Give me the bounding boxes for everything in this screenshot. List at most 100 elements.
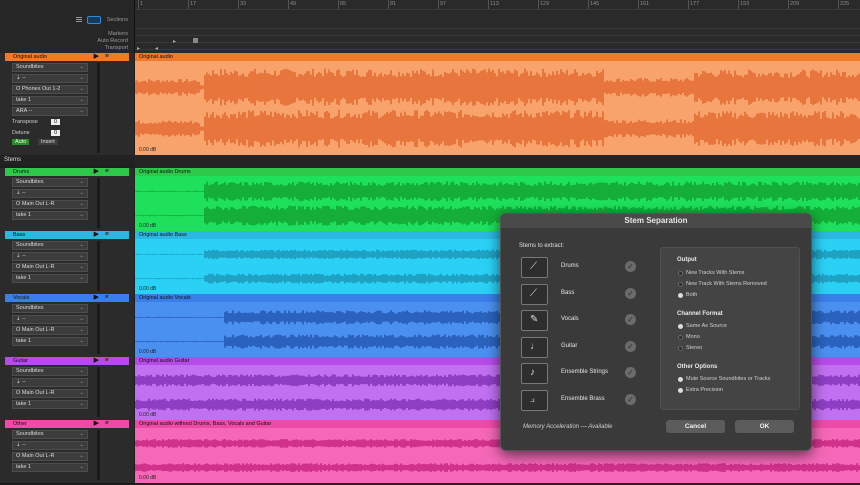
level-meter xyxy=(97,178,100,228)
ruler-tick-line xyxy=(338,0,339,9)
play-icon[interactable]: ▶ xyxy=(94,294,99,302)
stem-option-ensemble-brass[interactable]: ⟓ Ensemble Brass ✓ xyxy=(521,389,649,412)
search-icon[interactable]: ⌕ xyxy=(107,294,111,302)
other-options-heading: Other Options xyxy=(677,364,718,370)
instrument-select[interactable]: Soundbites ⌄ xyxy=(12,367,88,376)
check-icon[interactable]: ✓ xyxy=(625,314,636,325)
play-icon[interactable]: ▶ xyxy=(94,168,99,176)
auto-button[interactable]: Auto xyxy=(12,139,30,145)
take-select[interactable]: take 1 ⌄ xyxy=(12,337,88,346)
instrument-select[interactable]: Soundbites ⌄ xyxy=(12,430,88,439)
level-meter xyxy=(97,430,100,480)
option-both[interactable]: Both xyxy=(678,292,697,298)
insert-button[interactable]: Insert xyxy=(38,139,58,145)
input-select[interactable]: ⇣ -- ⌄ xyxy=(12,378,88,387)
instrument-select[interactable]: Soundbites ⌄ xyxy=(12,241,88,250)
check-icon[interactable]: ✓ xyxy=(625,261,636,272)
ruler-tick-line xyxy=(288,0,289,9)
search-icon[interactable]: ⌕ xyxy=(107,53,111,61)
check-icon[interactable]: ✓ xyxy=(625,367,636,378)
stems-folder[interactable]: Stems xyxy=(0,155,134,165)
track-header-guitar[interactable]: Guitar ▶ ≡ ⌕ Soundbites ⌄ ⇣ -- ⌄ O Main Ou… xyxy=(0,357,134,421)
option-extra-precision[interactable]: Extra Precision xyxy=(678,387,723,393)
radio-icon[interactable] xyxy=(678,324,683,329)
track-header-original-audio[interactable]: Original audio ▶ ≡ ⌕ Soundbites ⌄ ⇣ -- ⌄ O… xyxy=(0,53,134,156)
input-select[interactable]: ⇣ -- ⌄ xyxy=(12,441,88,450)
stem-option-vocals[interactable]: ✎ Vocals ✓ xyxy=(521,310,649,332)
take-select[interactable]: take 1 ⌄ xyxy=(12,400,88,409)
instrument-select[interactable]: Soundbites ⌄ xyxy=(12,178,88,187)
play-icon[interactable]: ▶ xyxy=(94,53,99,61)
clip-original-audio[interactable]: Original audio 0.00 dB xyxy=(135,53,860,155)
stem-option-drums[interactable]: ⟋ Drums ✓ xyxy=(521,257,649,279)
play-icon[interactable]: ▶ xyxy=(94,420,99,428)
output-select[interactable]: O Main Out L-R ⌄ xyxy=(12,263,88,272)
search-icon[interactable]: ⌕ xyxy=(107,420,111,428)
radio-icon[interactable] xyxy=(678,282,683,287)
track-header-other[interactable]: Other ▶ ≡ ⌕ Soundbites ⌄ ⇣ -- ⌄ O Main Out… xyxy=(0,420,134,484)
radio-icon[interactable] xyxy=(678,271,683,276)
take-select[interactable]: take 1 ⌄ xyxy=(12,463,88,472)
option-mono[interactable]: Mono xyxy=(678,334,700,340)
stem-label: Ensemble Strings xyxy=(561,369,609,375)
clip-gain: 0.00 dB xyxy=(139,286,157,292)
radio-icon[interactable] xyxy=(678,346,683,351)
detune-value[interactable]: 0 xyxy=(51,130,61,136)
cancel-button[interactable]: Cancel xyxy=(666,420,725,433)
radio-icon[interactable] xyxy=(678,388,683,393)
track-header-bass[interactable]: Bass ▶ ≡ ⌕ Soundbites ⌄ ⇣ -- ⌄ O Main Out … xyxy=(0,231,134,295)
output-select[interactable]: O Phones Out 1-2 ⌄ xyxy=(12,85,88,94)
play-marker-icon[interactable]: ▸ xyxy=(173,38,176,45)
transport-play-icon[interactable]: ▸ xyxy=(137,45,140,52)
radio-icon[interactable] xyxy=(678,377,683,382)
play-icon[interactable]: ▶ xyxy=(94,357,99,365)
track-header-vocals[interactable]: Vocals ▶ ≡ ⌕ Soundbites ⌄ ⇣ -- ⌄ O Main Ou… xyxy=(0,294,134,358)
stop-marker-icon[interactable] xyxy=(193,38,198,43)
menu-icon[interactable] xyxy=(76,17,82,18)
bass-guitar-icon: ⟋ xyxy=(521,283,548,305)
output-heading: Output xyxy=(677,257,697,263)
transpose-value[interactable]: 0 xyxy=(51,119,61,125)
ok-button[interactable]: OK xyxy=(735,420,794,433)
take-select[interactable]: take 1 ⌄ xyxy=(12,274,88,283)
check-icon[interactable]: ✓ xyxy=(625,340,636,352)
input-select[interactable]: ⇣ -- ⌄ xyxy=(12,189,88,198)
play-icon[interactable]: ▶ xyxy=(94,231,99,239)
stem-option-guitar[interactable]: ♩ Guitar ✓ xyxy=(521,336,649,359)
clip-title: Original audio xyxy=(135,53,860,61)
option-new-track-with-stems-removed[interactable]: New Track With Stems Removed xyxy=(678,281,767,287)
transport-rewind-icon[interactable]: ◂ xyxy=(155,45,158,52)
search-icon[interactable]: ⌕ xyxy=(107,168,111,176)
take-select[interactable]: take 1 ⌄ xyxy=(12,211,88,220)
track-header-drums[interactable]: Drums ▶ ≡ ⌕ Soundbites ⌄ ⇣ -- ⌄ O Main Out… xyxy=(0,168,134,232)
option-stereo[interactable]: Stereo xyxy=(678,345,702,351)
ruler-tick-line xyxy=(138,0,139,9)
stem-option-ensemble-strings[interactable]: ♪ Ensemble Strings ✓ xyxy=(521,363,649,385)
take-select[interactable]: take 1 ⌄ xyxy=(12,96,88,105)
output-select[interactable]: O Main Out L-R ⌄ xyxy=(12,389,88,398)
instrument-select[interactable]: Soundbites ⌄ xyxy=(12,304,88,313)
ara-select[interactable]: ARA -- ⌄ xyxy=(12,107,88,116)
sections-toggle-icon[interactable] xyxy=(87,16,101,24)
option-same-as-source[interactable]: Same As Source xyxy=(678,323,727,329)
stem-label: Guitar xyxy=(561,342,578,349)
option-mute-source-soundbites-or-tracks[interactable]: Mute Source Soundbites or Tracks xyxy=(678,376,770,382)
radio-icon[interactable] xyxy=(678,293,683,298)
radio-icon[interactable] xyxy=(678,335,683,340)
output-select[interactable]: O Main Out L-R ⌄ xyxy=(12,452,88,461)
check-icon[interactable]: ✓ xyxy=(625,393,636,405)
output-select[interactable]: O Main Out L-R ⌄ xyxy=(12,326,88,335)
input-select[interactable]: ⇣ -- ⌄ xyxy=(12,315,88,324)
ruler-tick-label: 129 xyxy=(540,1,550,7)
instrument-select[interactable]: Soundbites ⌄ xyxy=(12,63,88,72)
input-select[interactable]: ⇣ -- ⌄ xyxy=(12,252,88,261)
search-icon[interactable]: ⌕ xyxy=(107,231,111,239)
output-select[interactable]: O Main Out L-R ⌄ xyxy=(12,200,88,209)
search-icon[interactable]: ⌕ xyxy=(107,357,111,365)
timeline-ruler[interactable]: 1 17 33 49 65 81 97 113 129 145 161 177 193 209 225 ▸ … xyxy=(135,0,860,53)
input-select[interactable]: ⇣ -- ⌄ xyxy=(12,74,88,83)
stem-option-bass[interactable]: ⟋ Bass ✓ xyxy=(521,283,649,306)
ruler-tick-label: 81 xyxy=(390,1,397,7)
check-icon[interactable]: ✓ xyxy=(625,287,636,299)
option-new-tracks-with-stems[interactable]: New Tracks With Stems xyxy=(678,270,744,276)
